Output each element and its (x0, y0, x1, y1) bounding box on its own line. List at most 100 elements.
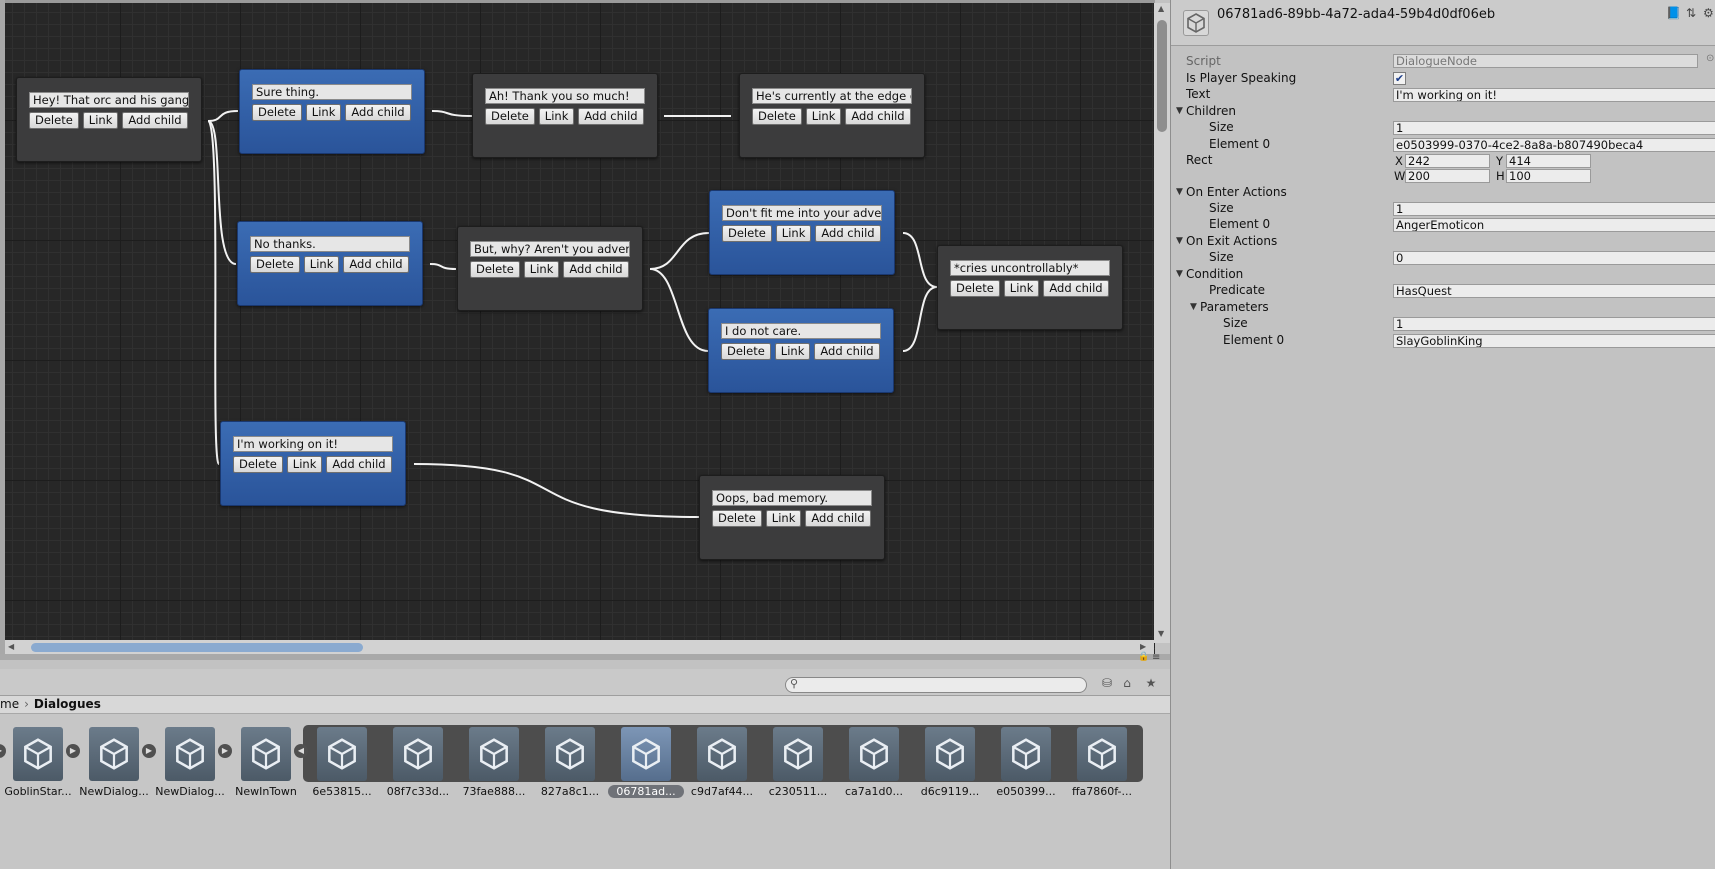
vertical-scroll-thumb[interactable] (1157, 20, 1167, 132)
horizontal-scrollbar[interactable]: ◀ ▶ (5, 640, 1154, 654)
delete-button[interactable]: Delete (233, 456, 283, 473)
node-text-field[interactable]: He's currently at the edge o (752, 88, 912, 104)
node-text-field[interactable]: But, why? Aren't you adver (470, 241, 630, 257)
add-child-button[interactable]: Add child (814, 343, 880, 360)
on-exit-actions-label[interactable]: On Exit Actions (1186, 234, 1277, 248)
scroll-up-icon[interactable]: ▲ (1158, 4, 1164, 13)
panel-menu-icon[interactable]: ≡ (1152, 652, 1160, 663)
collapse-arrow-icon[interactable]: ◀ (294, 744, 308, 758)
add-child-button[interactable]: Add child (563, 261, 629, 278)
dialogue-node[interactable]: But, why? Aren't you adver Delete Link A… (457, 226, 643, 311)
condition-label[interactable]: Condition (1186, 267, 1243, 281)
on-enter-element-field[interactable]: AngerEmoticon (1393, 218, 1715, 232)
asset-item[interactable]: e050399... (994, 727, 1058, 813)
gear-icon[interactable]: ⚙ (1703, 6, 1714, 20)
delete-button[interactable]: Delete (252, 104, 302, 121)
children-label[interactable]: Children (1186, 104, 1236, 118)
scroll-down-icon[interactable]: ▼ (1158, 629, 1164, 638)
parameters-element-field[interactable]: SlayGoblinKing (1393, 334, 1715, 348)
link-button[interactable]: Link (303, 256, 340, 273)
breadcrumb-parent[interactable]: me (0, 697, 19, 711)
dialogue-node-player[interactable]: I do not care. Delete Link Add child (708, 308, 894, 393)
asset-item[interactable]: d6c9119... (918, 727, 982, 813)
add-child-button[interactable]: Add child (343, 256, 409, 273)
node-text-field[interactable]: Sure thing. (252, 84, 412, 100)
link-button[interactable]: Link (805, 108, 842, 125)
scroll-left-icon[interactable]: ◀ (8, 642, 14, 651)
breadcrumb-current[interactable]: Dialogues (34, 697, 101, 711)
asset-item[interactable]: c9d7af44... (690, 727, 754, 813)
filter-type-icon[interactable]: ⛁ (1099, 675, 1115, 691)
predicate-field[interactable]: HasQuest (1393, 284, 1715, 298)
asset-item[interactable]: ca7a1d0... (842, 727, 906, 813)
lock-icon[interactable]: 🔒 (1138, 652, 1149, 662)
node-text-field[interactable]: Hey! That orc and his gang (29, 92, 189, 108)
add-child-button[interactable]: Add child (815, 225, 881, 242)
dialogue-graph-canvas[interactable]: Hey! That orc and his gang Delete Link A… (0, 0, 1155, 654)
scroll-right-icon[interactable]: ▶ (1140, 642, 1146, 651)
delete-button[interactable]: Delete (752, 108, 802, 125)
expand-arrow-icon[interactable]: ▶ (218, 744, 232, 758)
add-child-button[interactable]: Add child (326, 456, 392, 473)
dialogue-node-player[interactable]: No thanks. Delete Link Add child (237, 221, 423, 306)
node-text-field[interactable]: Oops, bad memory. (712, 490, 872, 506)
asset-item[interactable]: 827a8c1... (538, 727, 602, 813)
asset-item[interactable]: 06781ad... (608, 727, 684, 813)
foldout-expanded-icon[interactable]: ▼ (1176, 106, 1183, 116)
add-child-button[interactable]: Add child (805, 510, 871, 527)
expand-arrow-icon[interactable]: ▶ (66, 744, 80, 758)
delete-button[interactable]: Delete (250, 256, 300, 273)
label-tag-icon[interactable]: ⌂ (1119, 675, 1135, 691)
delete-button[interactable]: Delete (712, 510, 762, 527)
panel-divider[interactable]: 🔒 ≡ (0, 652, 1170, 663)
delete-button[interactable]: Delete (485, 108, 535, 125)
children-element-field[interactable]: e0503999-0370-4ce2-8a8a-b807490beca4 (1393, 138, 1715, 152)
rect-y-field[interactable]: 414 (1506, 154, 1591, 168)
node-text-field[interactable]: I do not care. (721, 323, 881, 339)
delete-button[interactable]: Delete (29, 112, 79, 129)
favorite-star-icon[interactable]: ★ (1143, 675, 1159, 691)
on-exit-size-field[interactable]: 0 (1393, 251, 1715, 265)
delete-button[interactable]: Delete (470, 261, 520, 278)
link-button[interactable]: Link (775, 225, 812, 242)
add-child-button[interactable]: Add child (578, 108, 644, 125)
dialogue-node-player-selected[interactable]: I'm working on it! Delete Link Add child (220, 421, 406, 506)
asset-item[interactable]: 08f7c33d... (386, 727, 450, 813)
link-button[interactable]: Link (82, 112, 119, 129)
expand-arrow-icon[interactable]: ▶ (142, 744, 156, 758)
asset-item[interactable]: c230511... (766, 727, 830, 813)
asset-item[interactable]: NewInTown (234, 727, 298, 813)
add-child-button[interactable]: Add child (345, 104, 411, 121)
link-button[interactable]: Link (538, 108, 575, 125)
asset-item[interactable]: GoblinStar... (4, 727, 72, 813)
link-button[interactable]: Link (765, 510, 802, 527)
foldout-expanded-icon[interactable]: ▼ (1176, 269, 1183, 279)
dialogue-node-player[interactable]: Don't fit me into your adve Delete Link … (709, 190, 895, 275)
node-text-field[interactable]: I'm working on it! (233, 436, 393, 452)
rect-w-field[interactable]: 200 (1405, 169, 1490, 183)
asset-item[interactable]: ffa7860f-... (1070, 727, 1134, 813)
node-text-field[interactable]: No thanks. (250, 236, 410, 252)
help-book-icon[interactable]: 📘 (1666, 6, 1681, 20)
foldout-expanded-icon[interactable]: ▼ (1190, 302, 1197, 312)
link-button[interactable]: Link (523, 261, 560, 278)
node-text-field[interactable]: Ah! Thank you so much! (485, 88, 645, 104)
parameters-label[interactable]: Parameters (1200, 300, 1269, 314)
dialogue-node[interactable]: Oops, bad memory. Delete Link Add child (699, 475, 885, 560)
node-text-field[interactable]: Don't fit me into your adve (722, 205, 882, 221)
horizontal-scroll-thumb[interactable] (31, 643, 363, 652)
on-enter-size-field[interactable]: 1 (1393, 202, 1715, 216)
node-text-field[interactable]: *cries uncontrollably* (950, 260, 1110, 276)
search-input[interactable] (785, 677, 1087, 693)
dialogue-node[interactable]: Hey! That orc and his gang Delete Link A… (16, 77, 202, 162)
link-button[interactable]: Link (286, 456, 323, 473)
dialogue-node[interactable]: Ah! Thank you so much! Delete Link Add c… (472, 73, 658, 158)
rect-x-field[interactable]: 242 (1405, 154, 1490, 168)
dialogue-node[interactable]: *cries uncontrollably* Delete Link Add c… (937, 245, 1123, 330)
text-field[interactable]: I'm working on it! (1393, 88, 1715, 102)
on-enter-actions-label[interactable]: On Enter Actions (1186, 185, 1287, 199)
presets-icon[interactable]: ⇅ (1686, 6, 1696, 20)
link-button[interactable]: Link (774, 343, 811, 360)
asset-item[interactable]: 73fae888... (462, 727, 526, 813)
dialogue-node[interactable]: He's currently at the edge o Delete Link… (739, 73, 925, 158)
